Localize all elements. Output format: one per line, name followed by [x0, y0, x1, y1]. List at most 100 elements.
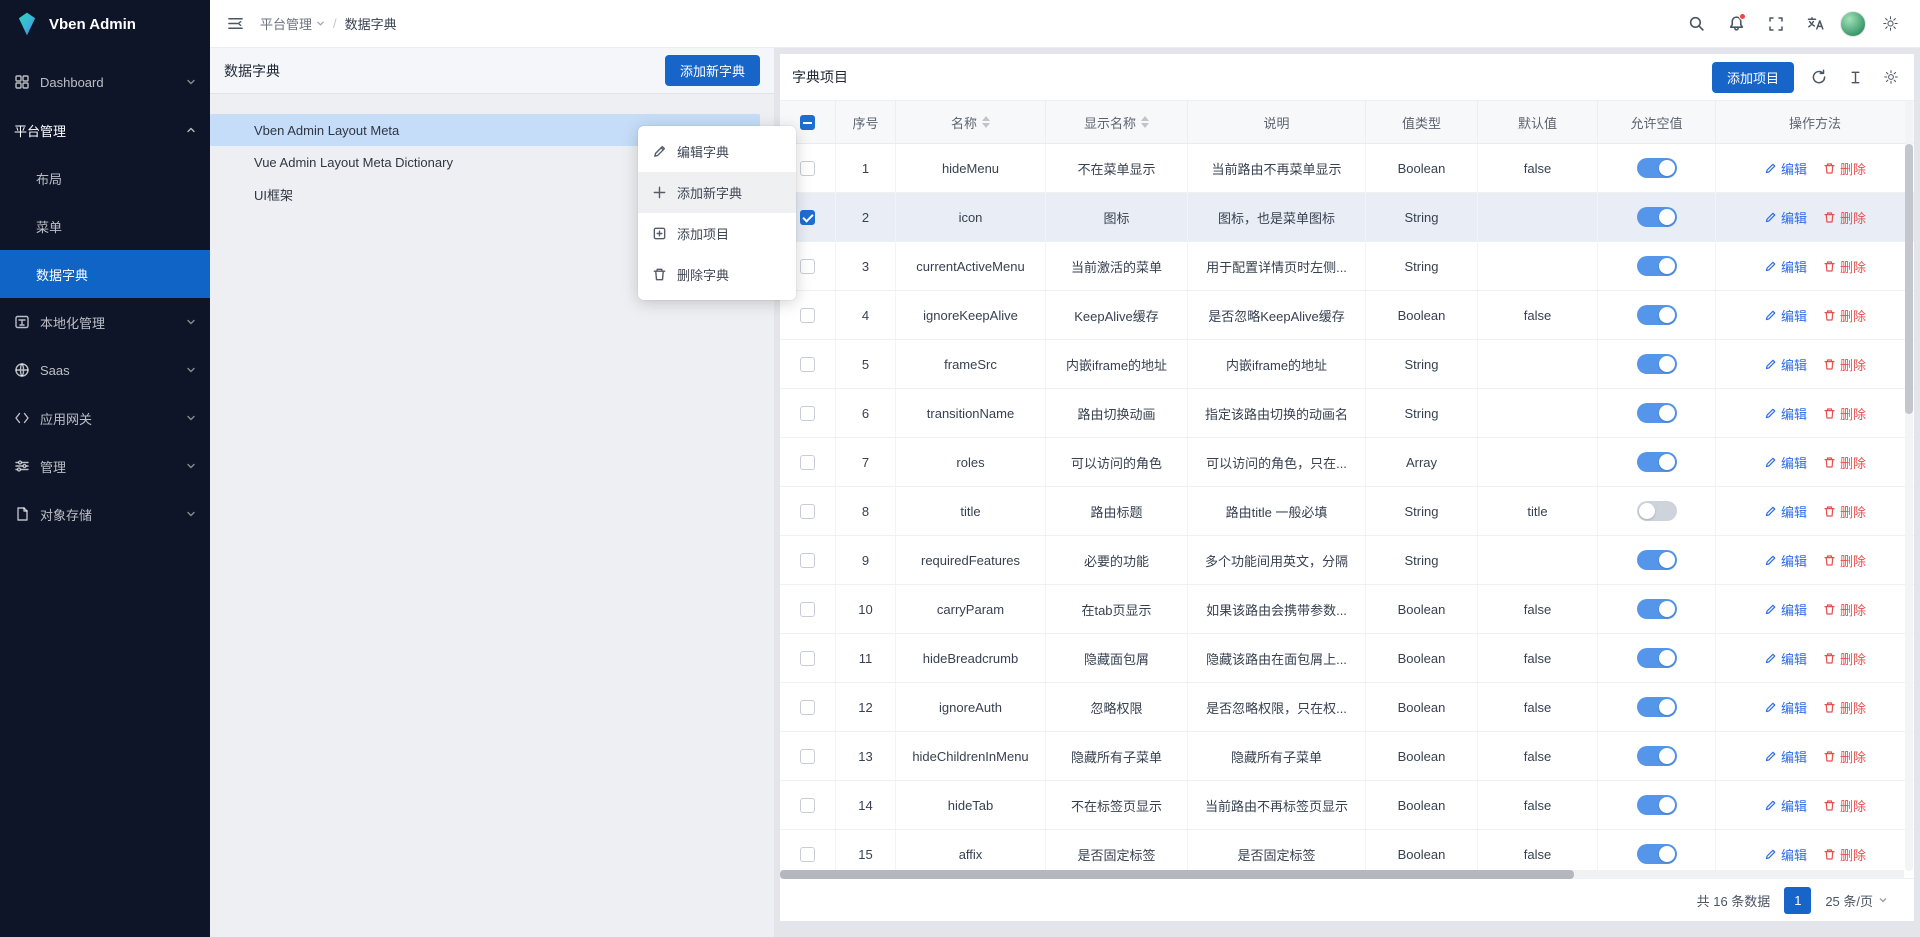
allow-null-toggle[interactable] — [1637, 256, 1677, 276]
sidebar-item-dashboard[interactable]: Dashboard — [0, 58, 210, 106]
allow-null-toggle[interactable] — [1637, 207, 1677, 227]
edit-row-button[interactable]: 编辑 — [1764, 747, 1807, 766]
allow-null-toggle[interactable] — [1637, 403, 1677, 423]
table-row[interactable]: 14 hideTab 不在标签页显示 当前路由不再标签页显示 Boolean f… — [780, 781, 1914, 830]
app-logo[interactable]: Vben Admin — [0, 0, 210, 48]
table-row[interactable]: 1 hideMenu 不在菜单显示 当前路由不再菜单显示 Boolean fal… — [780, 144, 1914, 193]
sidebar-item-platform-management[interactable]: 平台管理 — [0, 106, 210, 154]
row-checkbox[interactable] — [800, 308, 815, 323]
column-settings-gear-icon[interactable] — [1880, 66, 1902, 88]
sidebar-item-localization[interactable]: 本地化管理 — [0, 298, 210, 346]
table-row[interactable]: 12 ignoreAuth 忽略权限 是否忽略权限，只在权... Boolean… — [780, 683, 1914, 732]
allow-null-toggle[interactable] — [1637, 697, 1677, 717]
row-checkbox[interactable] — [800, 847, 815, 862]
table-row[interactable]: 8 title 路由标题 路由title 一般必填 String title 编… — [780, 487, 1914, 536]
select-all-checkbox[interactable] — [800, 115, 815, 130]
context-menu-item-add-item[interactable]: 添加项目 — [638, 213, 796, 254]
edit-row-button[interactable]: 编辑 — [1764, 551, 1807, 570]
context-menu-item-edit-dictionary[interactable]: 编辑字典 — [638, 131, 796, 172]
edit-row-button[interactable]: 编辑 — [1764, 404, 1807, 423]
settings-gear-icon[interactable] — [1874, 8, 1906, 40]
sidebar-item-data-dictionary[interactable]: 数据字典 — [0, 250, 210, 298]
delete-row-button[interactable]: 删除 — [1823, 502, 1866, 521]
row-checkbox[interactable] — [800, 553, 815, 568]
table-row[interactable]: 10 carryParam 在tab页显示 如果该路由会携带参数... Bool… — [780, 585, 1914, 634]
sidebar-item-app-gateway[interactable]: 应用网关 — [0, 394, 210, 442]
edit-row-button[interactable]: 编辑 — [1764, 453, 1807, 472]
allow-null-toggle[interactable] — [1637, 354, 1677, 374]
vertical-scrollbar-thumb[interactable] — [1905, 144, 1913, 414]
pagination-page-1[interactable]: 1 — [1784, 887, 1811, 914]
breadcrumb-parent[interactable]: 平台管理 — [260, 14, 325, 33]
allow-null-toggle[interactable] — [1637, 550, 1677, 570]
context-menu-item-delete-dictionary[interactable]: 删除字典 — [638, 254, 796, 295]
row-checkbox[interactable] — [800, 504, 815, 519]
edit-row-button[interactable]: 编辑 — [1764, 600, 1807, 619]
page-size-select[interactable]: 25 条/页 — [1825, 891, 1888, 910]
allow-null-toggle[interactable] — [1637, 158, 1677, 178]
delete-row-button[interactable]: 删除 — [1823, 698, 1866, 717]
row-checkbox[interactable] — [800, 259, 815, 274]
edit-row-button[interactable]: 编辑 — [1764, 796, 1807, 815]
edit-row-button[interactable]: 编辑 — [1764, 208, 1807, 227]
table-row[interactable]: 4 ignoreKeepAlive KeepAlive缓存 是否忽略KeepAl… — [780, 291, 1914, 340]
sidebar-item-management[interactable]: 管理 — [0, 442, 210, 490]
delete-row-button[interactable]: 删除 — [1823, 453, 1866, 472]
row-checkbox[interactable] — [800, 602, 815, 617]
delete-row-button[interactable]: 删除 — [1823, 306, 1866, 325]
column-header-name[interactable]: 名称 — [896, 101, 1046, 143]
edit-row-button[interactable]: 编辑 — [1764, 306, 1807, 325]
sort-icon[interactable] — [982, 116, 990, 128]
edit-row-button[interactable]: 编辑 — [1764, 845, 1807, 864]
delete-row-button[interactable]: 删除 — [1823, 208, 1866, 227]
row-checkbox[interactable] — [800, 161, 815, 176]
table-row[interactable]: 7 roles 可以访问的角色 可以访问的角色，只在... Array 编辑 删… — [780, 438, 1914, 487]
row-checkbox[interactable] — [800, 700, 815, 715]
delete-row-button[interactable]: 删除 — [1823, 845, 1866, 864]
row-checkbox[interactable] — [800, 651, 815, 666]
allow-null-toggle[interactable] — [1637, 746, 1677, 766]
edit-row-button[interactable]: 编辑 — [1764, 649, 1807, 668]
table-row[interactable]: 13 hideChildrenInMenu 隐藏所有子菜单 隐藏所有子菜单 Bo… — [780, 732, 1914, 781]
allow-null-toggle[interactable] — [1637, 501, 1677, 521]
table-row[interactable]: 6 transitionName 路由切换动画 指定该路由切换的动画名 Stri… — [780, 389, 1914, 438]
row-checkbox[interactable] — [800, 406, 815, 421]
notification-bell-icon[interactable] — [1720, 8, 1752, 40]
row-checkbox[interactable] — [800, 798, 815, 813]
row-checkbox[interactable] — [800, 749, 815, 764]
allow-null-toggle[interactable] — [1637, 599, 1677, 619]
row-checkbox[interactable] — [800, 210, 815, 225]
allow-null-toggle[interactable] — [1637, 305, 1677, 325]
fullscreen-icon[interactable] — [1760, 8, 1792, 40]
edit-row-button[interactable]: 编辑 — [1764, 355, 1807, 374]
edit-row-button[interactable]: 编辑 — [1764, 502, 1807, 521]
horizontal-scrollbar-thumb[interactable] — [780, 870, 1574, 879]
delete-row-button[interactable]: 删除 — [1823, 355, 1866, 374]
translate-icon[interactable] — [1800, 8, 1832, 40]
column-height-icon[interactable] — [1844, 66, 1866, 88]
edit-row-button[interactable]: 编辑 — [1764, 698, 1807, 717]
sidebar-item-object-storage[interactable]: 对象存储 — [0, 490, 210, 538]
table-row[interactable]: 11 hideBreadcrumb 隐藏面包屑 隐藏该路由在面包屑上... Bo… — [780, 634, 1914, 683]
sidebar-item-layout[interactable]: 布局 — [0, 154, 210, 202]
delete-row-button[interactable]: 删除 — [1823, 159, 1866, 178]
row-checkbox[interactable] — [800, 357, 815, 372]
delete-row-button[interactable]: 删除 — [1823, 551, 1866, 570]
delete-row-button[interactable]: 删除 — [1823, 257, 1866, 276]
sidebar-item-saas[interactable]: Saas — [0, 346, 210, 394]
context-menu-item-add-dictionary[interactable]: 添加新字典 — [638, 172, 796, 213]
allow-null-toggle[interactable] — [1637, 648, 1677, 668]
delete-row-button[interactable]: 删除 — [1823, 600, 1866, 619]
search-icon[interactable] — [1680, 8, 1712, 40]
allow-null-toggle[interactable] — [1637, 844, 1677, 864]
edit-row-button[interactable]: 编辑 — [1764, 257, 1807, 276]
sidebar-collapse-button[interactable] — [220, 9, 250, 39]
edit-row-button[interactable]: 编辑 — [1764, 159, 1807, 178]
refresh-icon[interactable] — [1808, 66, 1830, 88]
allow-null-toggle[interactable] — [1637, 795, 1677, 815]
avatar[interactable] — [1840, 11, 1866, 37]
delete-row-button[interactable]: 删除 — [1823, 747, 1866, 766]
delete-row-button[interactable]: 删除 — [1823, 649, 1866, 668]
table-row[interactable]: 5 frameSrc 内嵌iframe的地址 内嵌iframe的地址 Strin… — [780, 340, 1914, 389]
table-row[interactable]: 3 currentActiveMenu 当前激活的菜单 用于配置详情页时左侧..… — [780, 242, 1914, 291]
